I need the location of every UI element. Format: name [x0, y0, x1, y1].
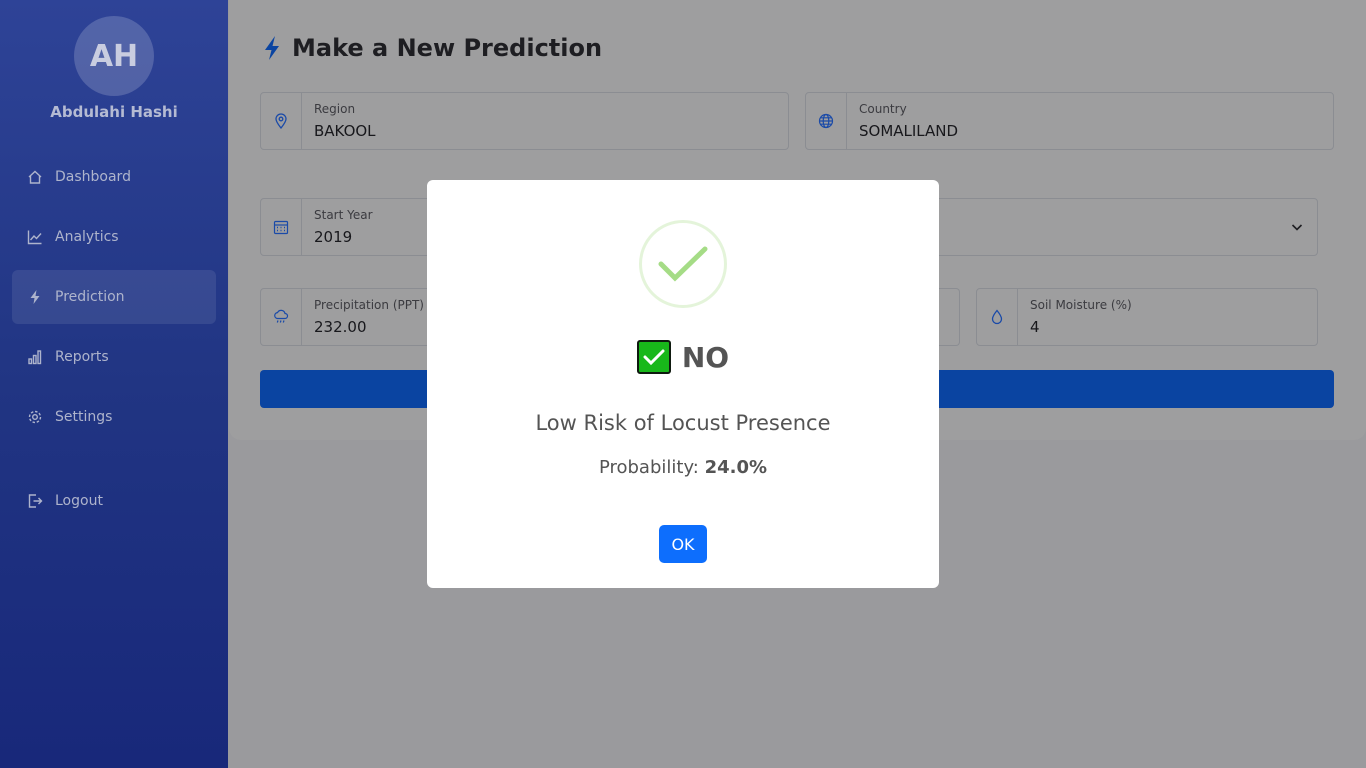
page-title: Make a New Prediction: [262, 34, 602, 62]
bolt-icon: [265, 36, 279, 60]
sidebar-item-label: Prediction: [55, 289, 125, 305]
soil-moisture-label: Soil Moisture (%): [1030, 298, 1132, 312]
result-modal: NO Low Risk of Locust Presence Probabili…: [427, 180, 939, 588]
sidebar-item-settings[interactable]: Settings: [12, 390, 216, 444]
chevron-down-icon: [1291, 224, 1303, 231]
bar-chart-icon: [27, 349, 43, 365]
soil-moisture-value: 4: [1030, 318, 1040, 336]
sidebar-item-label: Analytics: [55, 229, 119, 245]
logout-button[interactable]: Logout: [12, 474, 216, 528]
verdict-text: NO: [681, 340, 730, 374]
success-icon: [639, 220, 727, 308]
home-icon: [27, 169, 43, 185]
sidebar: AH Abdulahi Hashi Dashboard Analytics Pr…: [0, 0, 228, 768]
start-year-label: Start Year: [314, 208, 373, 222]
sidebar-item-label: Reports: [55, 349, 109, 365]
probability-label: Probability:: [598, 457, 699, 478]
risk-message: Low Risk of Locust Presence: [535, 411, 831, 435]
globe-icon: [806, 93, 847, 149]
check-mark-icon: [636, 340, 671, 374]
precipitation-value: 232.00: [314, 318, 367, 336]
logout-icon: [27, 493, 43, 509]
ok-button[interactable]: OK: [659, 525, 707, 563]
country-label: Country: [859, 102, 907, 116]
start-year-value: 2019: [314, 228, 353, 246]
user-name: Abdulahi Hashi: [50, 103, 178, 121]
region-value: BAKOOL: [314, 122, 376, 140]
sidebar-item-dashboard[interactable]: Dashboard: [12, 150, 216, 204]
calendar-icon: [261, 199, 302, 255]
bolt-icon: [27, 289, 43, 305]
water-drop-icon: [977, 289, 1018, 345]
page-title-text: Make a New Prediction: [292, 34, 603, 62]
region-field[interactable]: Region BAKOOL: [260, 92, 789, 150]
region-label: Region: [314, 102, 356, 116]
line-chart-icon: [27, 229, 43, 245]
probability-value: 24.0%: [704, 457, 768, 478]
probability: Probability: 24.0%: [427, 457, 939, 478]
gear-icon: [27, 409, 43, 425]
sidebar-item-reports[interactable]: Reports: [12, 330, 216, 384]
country-field[interactable]: Country SOMALILAND: [805, 92, 1334, 150]
country-value: SOMALILAND: [859, 122, 959, 140]
map-pin-icon: [261, 93, 302, 149]
rain-cloud-icon: [261, 289, 302, 345]
verdict: NO: [427, 340, 939, 374]
soil-moisture-field[interactable]: Soil Moisture (%) 4: [976, 288, 1318, 346]
logout-label: Logout: [55, 493, 103, 509]
sidebar-item-label: Dashboard: [55, 169, 131, 185]
sidebar-item-prediction[interactable]: Prediction: [12, 270, 216, 324]
sidebar-item-label: Settings: [55, 409, 113, 425]
avatar: AH: [74, 16, 154, 96]
sidebar-item-analytics[interactable]: Analytics: [12, 210, 216, 264]
